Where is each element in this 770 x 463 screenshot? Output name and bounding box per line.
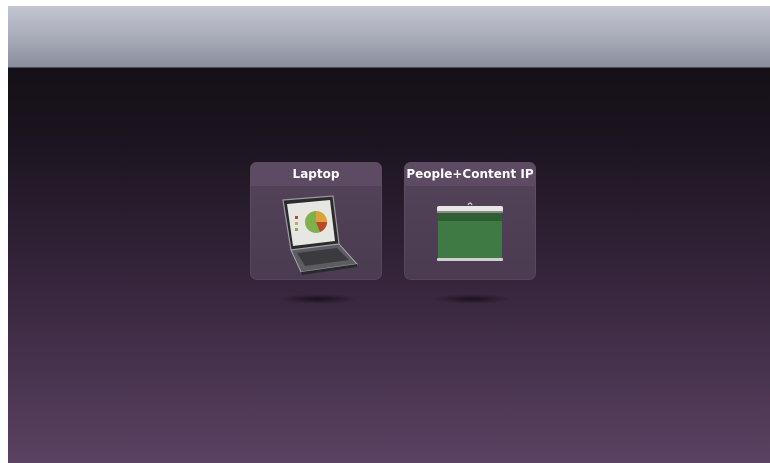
source-selection-screen: Laptop People+Content IP [8,6,770,463]
source-tile-laptop[interactable]: Laptop [250,162,382,280]
top-bar [8,6,770,68]
tile-shadow [278,294,358,304]
tile-shadow [432,294,512,304]
tile-header: Laptop [250,162,382,186]
projection-screen-icon [404,192,536,276]
tile-header: People+Content IP [404,162,536,186]
laptop-icon [250,192,382,276]
tile-label-laptop: Laptop [292,167,340,181]
source-tile-people-content-ip[interactable]: People+Content IP [404,162,536,280]
tile-label-people-content-ip: People+Content IP [406,167,534,181]
